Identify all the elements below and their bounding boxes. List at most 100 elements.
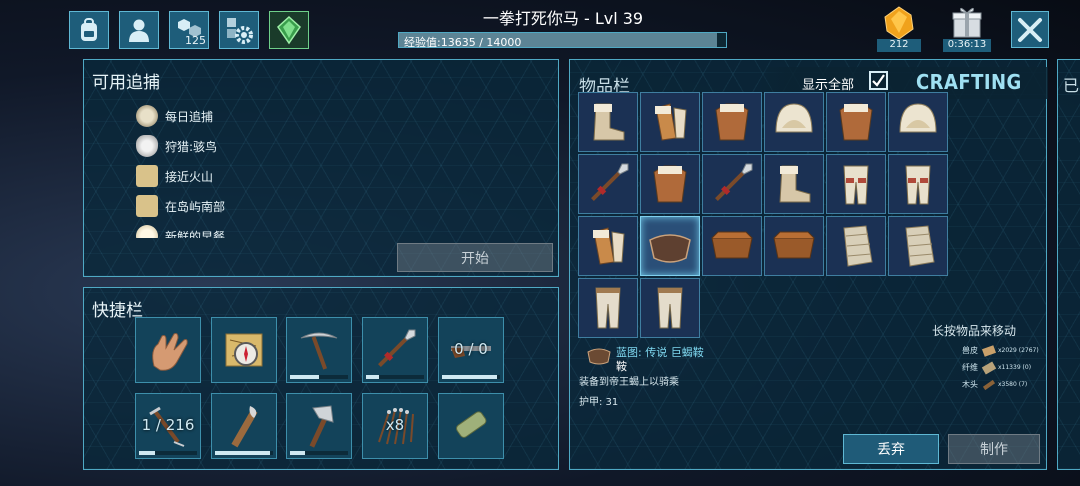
- side-panel-title: 已: [1063, 76, 1080, 95]
- inventory-slot-12[interactable]: [888, 154, 948, 214]
- quest-item-south[interactable]: 在岛屿南部: [136, 192, 225, 220]
- inventory-slot-5[interactable]: [826, 92, 886, 152]
- resource-wood: 木头 x3580 (7): [962, 379, 1027, 390]
- quests-title: 可用追捕: [92, 73, 160, 93]
- inventory-slot-7[interactable]: [578, 154, 638, 214]
- hotbar-slot-4[interactable]: [362, 317, 428, 383]
- fur-boots-icon: [779, 165, 811, 203]
- spear-icon: [591, 163, 629, 201]
- inventory-slot-10[interactable]: [764, 154, 824, 214]
- fur-chestpiece-icon: [653, 165, 687, 203]
- inventory-slot-2[interactable]: [640, 92, 700, 152]
- durability-fill: [139, 451, 156, 455]
- tribe-tab-button[interactable]: [269, 11, 309, 49]
- quest-label: 在岛屿南部: [165, 199, 226, 214]
- backpack-icon: [81, 18, 97, 41]
- person-icon: [129, 19, 149, 42]
- fur-hat-icon: [775, 103, 813, 133]
- saddle-icon: [587, 348, 611, 365]
- resource-hide: 兽皮 x2029 (2767): [962, 344, 1039, 357]
- wood-icon: [982, 379, 996, 390]
- resource-amount: x2029 (2767): [998, 347, 1039, 354]
- close-icon: [1018, 17, 1042, 42]
- hotbar-slot-6[interactable]: 1 / 216: [135, 393, 201, 459]
- gift-timer: 0:36:13: [943, 39, 991, 52]
- quest-item-breakfast[interactable]: 新鲜的早餐: [136, 222, 225, 238]
- engrams-tab-button[interactable]: 125: [169, 11, 209, 49]
- craft-button[interactable]: 制作: [948, 434, 1040, 464]
- resource-label: 兽皮: [962, 346, 978, 355]
- drop-button[interactable]: 丢弃: [843, 434, 939, 464]
- hotbar-slot-8[interactable]: [286, 393, 352, 459]
- hotbar-slot-9[interactable]: x8: [362, 393, 428, 459]
- bandage-icon: [843, 225, 873, 267]
- settings-tab-button[interactable]: [219, 11, 259, 49]
- quest-item-volcano[interactable]: 接近火山: [136, 162, 213, 190]
- start-button[interactable]: 开始: [397, 243, 553, 272]
- inventory-slot-13[interactable]: [578, 216, 638, 276]
- pickaxe-icon: [300, 332, 338, 370]
- slot-overlay-text: 0 / 0: [454, 340, 488, 358]
- xp-label: 经验值:13635 / 14000: [404, 36, 522, 49]
- durability-bar: [442, 375, 500, 379]
- inventory-slot-17[interactable]: [826, 216, 886, 276]
- gems-button[interactable]: 212: [875, 5, 923, 52]
- hotbar-slot-2[interactable]: [211, 317, 277, 383]
- durability-bar: [290, 375, 348, 379]
- quest-label: 接近火山: [165, 169, 214, 184]
- close-button[interactable]: [1011, 11, 1049, 48]
- map-icon: [136, 195, 158, 217]
- fiber-icon: [981, 361, 997, 374]
- hide-icon: [981, 344, 997, 357]
- inventory-slot-3[interactable]: [702, 92, 762, 152]
- inventory-slot-4[interactable]: [764, 92, 824, 152]
- inventory-slot-6[interactable]: [888, 92, 948, 152]
- resource-label: 木头: [962, 380, 978, 389]
- quest-item-hunt[interactable]: 狩猎:骇鸟: [136, 132, 217, 160]
- inventory-slot-15[interactable]: [702, 216, 762, 276]
- detail-type: 鞍: [616, 360, 627, 373]
- hotbar-slot-5[interactable]: 0 / 0: [438, 317, 504, 383]
- storage-box-icon: [711, 231, 753, 259]
- fur-gauntlets-icon: [593, 227, 625, 265]
- fur-boots-icon: [593, 103, 625, 141]
- inventory-slot-11[interactable]: [826, 154, 886, 214]
- hotbar-slot-7[interactable]: [211, 393, 277, 459]
- inventory-slot-20[interactable]: [640, 278, 700, 338]
- cloth-pants-icon: [595, 287, 621, 329]
- inventory-slot-9[interactable]: [702, 154, 762, 214]
- map-compass-icon: [225, 333, 263, 367]
- quest-label: 狩猎:骇鸟: [165, 139, 218, 154]
- crafting-tab[interactable]: CRAFTING: [916, 70, 1022, 94]
- fur-chestpiece-icon: [839, 103, 873, 141]
- inventory-slot-8[interactable]: [640, 154, 700, 214]
- hand-icon: [152, 333, 188, 371]
- durability-fill: [215, 451, 271, 455]
- checkmark-icon: [872, 74, 885, 87]
- quest-item-daily[interactable]: 每日追捕: [136, 102, 213, 130]
- gift-icon: [952, 7, 982, 38]
- gems-count: 212: [877, 39, 921, 52]
- resource-fiber: 纤维 x11339 (0): [962, 361, 1031, 374]
- saddle-icon: [649, 234, 691, 263]
- inventory-slot-1[interactable]: [578, 92, 638, 152]
- inventory-slot-16[interactable]: [764, 216, 824, 276]
- backpack-tab-button[interactable]: [69, 11, 109, 49]
- hotbar-slot-1[interactable]: [135, 317, 201, 383]
- detail-armor: 护甲: 31: [579, 397, 619, 408]
- inventory-slot-19[interactable]: [578, 278, 638, 338]
- character-tab-button[interactable]: [119, 11, 159, 49]
- fur-chestpiece-icon: [715, 103, 749, 141]
- gift-button[interactable]: 0:36:13: [943, 5, 991, 52]
- resource-amount: x3580 (7): [998, 381, 1028, 388]
- spear-icon: [378, 329, 416, 367]
- hotbar-slot-3[interactable]: [286, 317, 352, 383]
- durability-fill: [290, 375, 319, 379]
- amber-gem-icon: [884, 6, 914, 40]
- inventory-slot-14[interactable]: [640, 216, 700, 276]
- inventory-slot-18[interactable]: [888, 216, 948, 276]
- hotbar-slot-10[interactable]: [438, 393, 504, 459]
- cloth-pants-icon: [657, 287, 683, 329]
- engrams-count: 125: [185, 34, 206, 47]
- show-all-checkbox[interactable]: [869, 71, 888, 90]
